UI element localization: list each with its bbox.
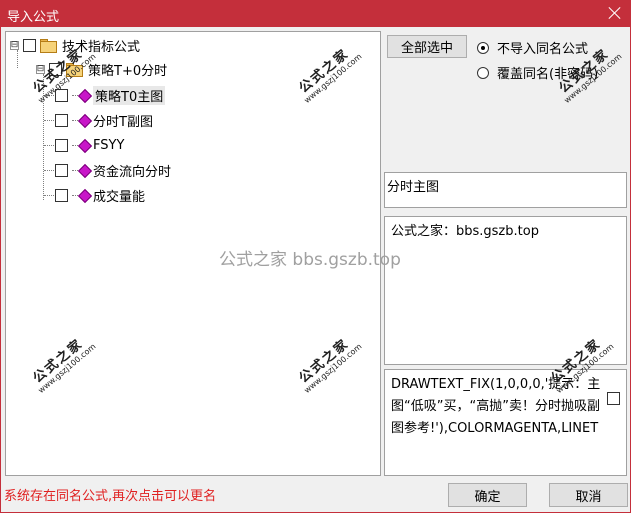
item-checkbox[interactable] bbox=[55, 138, 68, 152]
status-message: 系统存在同名公式,再次点击可以更名 bbox=[4, 489, 217, 504]
window-title: 导入公式 bbox=[7, 10, 60, 25]
item-label: FSYY bbox=[93, 137, 125, 153]
item-checkbox[interactable] bbox=[55, 188, 68, 202]
folder-icon bbox=[40, 39, 57, 53]
item-checkbox[interactable] bbox=[55, 163, 68, 177]
import-formula-dialog: 导入公式 ⊟ 技术指标公式 ⊟ 策略T+0分时 策略T0主图 分时T副图 FSY… bbox=[0, 0, 631, 513]
formula-type-text: 分时主图 bbox=[387, 180, 440, 195]
radio-icon[interactable] bbox=[477, 41, 489, 54]
item-label: 成交量能 bbox=[93, 189, 146, 205]
formula-icon bbox=[79, 140, 89, 150]
item-label: 分时T副图 bbox=[93, 114, 153, 130]
title-bar: 导入公式 bbox=[1, 1, 630, 27]
tree-item[interactable]: 资金流向分时 bbox=[44, 161, 172, 180]
ok-button[interactable]: 确定 bbox=[448, 483, 527, 507]
item-label: 资金流向分时 bbox=[93, 164, 172, 180]
formula-type-field: 分时主图 bbox=[384, 172, 627, 208]
formula-icon bbox=[79, 165, 89, 175]
cancel-button[interactable]: 取消 bbox=[549, 483, 628, 507]
root-checkbox[interactable] bbox=[23, 38, 36, 52]
select-all-button[interactable]: 全部选中 bbox=[387, 35, 467, 58]
skip-same-label: 不导入同名公式 bbox=[497, 42, 589, 57]
formula-icon bbox=[79, 115, 89, 125]
tree-item[interactable]: 成交量能 bbox=[44, 186, 146, 205]
formula-icon bbox=[79, 190, 89, 200]
watermark-text: 公式之家 bbs.gszb.top bbox=[219, 250, 401, 270]
code-checkbox[interactable] bbox=[607, 392, 620, 405]
tree-item[interactable]: FSYY bbox=[44, 136, 124, 154]
formula-description-text: 公式之家：bbs.gszb.top bbox=[391, 224, 539, 239]
close-icon[interactable] bbox=[606, 4, 624, 22]
collapse-icon[interactable]: ⊟ bbox=[10, 40, 19, 50]
skip-same-radio[interactable]: 不导入同名公式 bbox=[477, 38, 588, 57]
radio-icon[interactable] bbox=[477, 66, 489, 79]
